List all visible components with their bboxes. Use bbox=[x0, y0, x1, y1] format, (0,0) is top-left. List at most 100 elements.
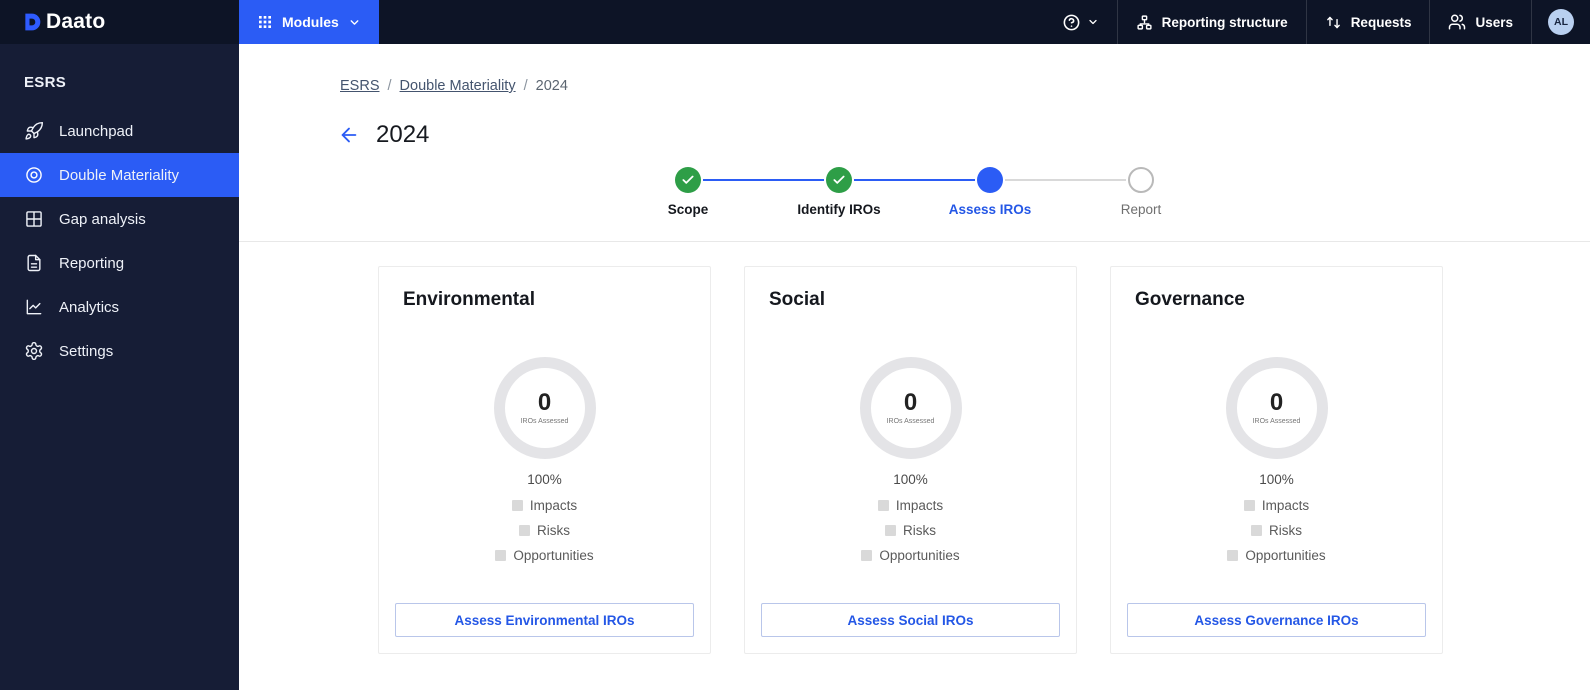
sidebar-item-settings[interactable]: Settings bbox=[0, 329, 239, 373]
donut-chart: 0 IROs Assessed bbox=[1225, 357, 1328, 459]
sidebar-item-launchpad[interactable]: Launchpad bbox=[0, 109, 239, 153]
card-social: Social 0 IROs Assessed 100% Impacts Risk… bbox=[744, 266, 1077, 654]
step-assess-iros[interactable]: Assess IROs bbox=[942, 167, 1038, 217]
legend-label: Risks bbox=[903, 523, 936, 538]
legend-label: Risks bbox=[537, 523, 570, 538]
legend-label: Impacts bbox=[895, 498, 944, 513]
page-title: 2024 bbox=[376, 121, 430, 148]
main-content: ESRS / Double Materiality / 2024 2024 Sc… bbox=[239, 44, 1590, 690]
chevron-down-icon bbox=[1087, 16, 1099, 28]
donut-count: 0 bbox=[903, 389, 918, 416]
grid-table-icon bbox=[24, 209, 44, 229]
step-label: Assess IROs bbox=[948, 202, 1032, 217]
legend: Impacts Risks Opportunities bbox=[1127, 498, 1426, 563]
check-icon bbox=[832, 173, 846, 187]
assess-governance-iros-button[interactable]: Assess Governance IROs bbox=[1127, 603, 1426, 637]
legend-swatch bbox=[519, 525, 530, 536]
legend-item-risks: Risks bbox=[1251, 523, 1302, 538]
sidebar-item-label: Settings bbox=[59, 342, 114, 360]
help-menu[interactable] bbox=[1044, 0, 1117, 44]
modules-button[interactable]: Modules bbox=[239, 0, 379, 44]
brand-logo[interactable]: Daato bbox=[0, 0, 239, 44]
legend-label: Impacts bbox=[1261, 498, 1310, 513]
step-scope[interactable]: Scope bbox=[640, 167, 736, 217]
swap-arrows-icon bbox=[1325, 14, 1342, 31]
modules-button-label: Modules bbox=[282, 14, 339, 30]
card-governance: Governance 0 IROs Assessed 100% Impacts bbox=[1110, 266, 1443, 654]
donut-chart: 0 IROs Assessed bbox=[493, 357, 596, 459]
donut-count: 0 bbox=[537, 389, 552, 416]
legend-label: Opportunities bbox=[1245, 548, 1326, 563]
legend-item-risks: Risks bbox=[885, 523, 936, 538]
sidebar-item-double-materiality[interactable]: Double Materiality bbox=[0, 153, 239, 197]
donut-caption: IROs Assessed bbox=[886, 418, 935, 425]
requests-label: Requests bbox=[1350, 14, 1412, 30]
donut-chart: 0 IROs Assessed bbox=[859, 357, 962, 459]
breadcrumb: ESRS / Double Materiality / 2024 bbox=[239, 44, 1590, 94]
stepper: Scope Identify IROs Assess IROs Report bbox=[640, 167, 1189, 217]
users-button[interactable]: Users bbox=[1429, 0, 1531, 44]
breadcrumb-separator: / bbox=[523, 78, 528, 94]
back-button[interactable] bbox=[338, 124, 360, 146]
sidebar-item-gap-analysis[interactable]: Gap analysis bbox=[0, 197, 239, 241]
card-title: Governance bbox=[1135, 289, 1245, 310]
legend-swatch bbox=[495, 550, 507, 561]
card-title: Environmental bbox=[403, 289, 535, 310]
step-complete-dot bbox=[675, 167, 701, 193]
gear-icon bbox=[24, 341, 44, 361]
topbar-right: Reporting structure Requests Users AL bbox=[1044, 0, 1590, 44]
donut-caption: IROs Assessed bbox=[520, 418, 569, 425]
reporting-structure-label: Reporting structure bbox=[1161, 14, 1288, 30]
sidebar-item-label: Gap analysis bbox=[59, 210, 146, 228]
step-report[interactable]: Report bbox=[1093, 167, 1189, 217]
legend-item-risks: Risks bbox=[519, 523, 570, 538]
breadcrumb-link-double-materiality[interactable]: Double Materiality bbox=[400, 78, 516, 94]
brand-logo-text: Daato bbox=[46, 10, 106, 33]
legend-swatch bbox=[861, 550, 873, 561]
legend-swatch bbox=[511, 500, 523, 511]
legend-item-impacts: Impacts bbox=[511, 498, 578, 513]
users-icon bbox=[1448, 13, 1466, 31]
stepper-wrap: Scope Identify IROs Assess IROs Report bbox=[239, 167, 1590, 217]
step-identify-iros[interactable]: Identify IROs bbox=[791, 167, 887, 217]
reporting-structure-button[interactable]: Reporting structure bbox=[1116, 0, 1306, 44]
sidebar-item-reporting[interactable]: Reporting bbox=[0, 241, 239, 285]
step-upcoming-dot bbox=[1128, 167, 1154, 193]
legend-swatch bbox=[1243, 500, 1255, 511]
legend-label: Impacts bbox=[529, 498, 578, 513]
assess-social-iros-button[interactable]: Assess Social IROs bbox=[761, 603, 1060, 637]
topbar: Daato Modules Reporting structure Reques… bbox=[0, 0, 1590, 44]
avatar[interactable]: AL bbox=[1548, 9, 1574, 35]
legend-swatch bbox=[1227, 550, 1239, 561]
sidebar-item-analytics[interactable]: Analytics bbox=[0, 285, 239, 329]
legend-swatch bbox=[1251, 525, 1262, 536]
assess-environmental-iros-button[interactable]: Assess Environmental IROs bbox=[395, 603, 694, 637]
arrow-left-icon bbox=[338, 124, 360, 146]
double-circle-icon bbox=[24, 165, 44, 185]
legend-swatch bbox=[877, 500, 889, 511]
breadcrumb-link-esrs[interactable]: ESRS bbox=[340, 78, 380, 94]
avatar-wrap: AL bbox=[1531, 0, 1590, 44]
legend-item-impacts: Impacts bbox=[1243, 498, 1310, 513]
step-label: Scope bbox=[667, 202, 709, 217]
breadcrumb-separator: / bbox=[387, 78, 392, 94]
step-label: Report bbox=[1120, 202, 1162, 217]
grid-icon bbox=[257, 14, 273, 30]
check-icon bbox=[681, 173, 695, 187]
legend: Impacts Risks Opportunities bbox=[761, 498, 1060, 563]
legend-item-impacts: Impacts bbox=[877, 498, 944, 513]
sitemap-icon bbox=[1136, 14, 1153, 31]
brand-logo-icon bbox=[22, 12, 42, 32]
legend-label: Opportunities bbox=[513, 548, 594, 563]
legend-swatch bbox=[885, 525, 896, 536]
line-chart-icon bbox=[24, 297, 44, 317]
donut-count: 0 bbox=[1269, 389, 1284, 416]
rocket-icon bbox=[24, 121, 44, 141]
donut-percent: 100% bbox=[1259, 472, 1294, 487]
step-current-dot bbox=[977, 167, 1003, 193]
legend-item-opportunities: Opportunities bbox=[861, 548, 960, 563]
cards-row: Environmental 0 IROs Assessed 100% Impac… bbox=[239, 242, 1590, 654]
requests-button[interactable]: Requests bbox=[1305, 0, 1430, 44]
donut-percent: 100% bbox=[893, 472, 928, 487]
users-label: Users bbox=[1475, 14, 1513, 30]
